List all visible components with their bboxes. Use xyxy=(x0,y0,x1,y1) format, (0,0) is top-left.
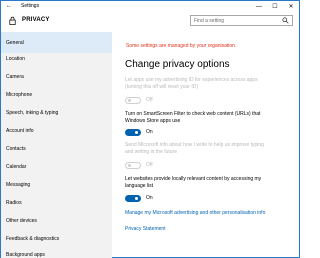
option-line: Let apps use my advertising ID for exper… xyxy=(125,77,258,83)
toggle-knob xyxy=(135,196,138,200)
advertising-id-toggle[interactable] xyxy=(125,96,141,104)
option-line: Send Microsoft info about how I write to… xyxy=(125,142,264,148)
option-language-list-toggle-row: On xyxy=(125,194,153,202)
option-typing-info-text: Send Microsoft info about how I write to… xyxy=(125,142,290,156)
option-line: Let websites provide locally relevant co… xyxy=(125,176,262,182)
search-input[interactable] xyxy=(191,16,281,25)
toggle-knob xyxy=(128,163,131,167)
toggle-state-label: Off xyxy=(146,162,153,168)
back-arrow-icon[interactable]: ← xyxy=(6,3,12,9)
toggle-state-label: On xyxy=(146,195,153,201)
sidebar: General Location Camera Microphone Speec… xyxy=(1,32,112,258)
toggle-knob xyxy=(135,130,138,134)
option-line: (turning this off will reset your ID) xyxy=(125,84,198,90)
option-language-list-text: Let websites provide locally relevant co… xyxy=(125,176,290,190)
toggle-state-label: Off xyxy=(146,97,153,103)
smartscreen-toggle[interactable] xyxy=(125,128,141,136)
option-advertising-id-text: Let apps use my advertising ID for exper… xyxy=(125,77,290,91)
manage-advertising-link[interactable]: Manage my Microsoft advertising and othe… xyxy=(125,210,265,216)
page-header: PRIVACY xyxy=(1,12,299,32)
option-typing-info-toggle-row: Off xyxy=(125,161,153,169)
title-bar: ← Settings — ☐ ✕ xyxy=(1,1,299,12)
typing-info-toggle[interactable] xyxy=(125,161,141,169)
settings-window: ← Settings — ☐ ✕ PRIVACY General Locatio… xyxy=(0,0,300,258)
managed-notice: Some settings are managed by your organi… xyxy=(126,43,237,49)
close-button[interactable]: ✕ xyxy=(283,1,299,12)
sidebar-item-background-apps[interactable]: Background apps xyxy=(1,244,112,258)
option-line: and writing in the future xyxy=(125,149,177,155)
lock-icon xyxy=(9,16,16,25)
toggle-state-label: On xyxy=(146,129,153,135)
privacy-statement-link[interactable]: Privacy Statement xyxy=(125,226,166,232)
section-title: Change privacy options xyxy=(125,59,230,70)
search-box[interactable] xyxy=(190,15,293,26)
option-smartscreen-toggle-row: On xyxy=(125,128,153,136)
option-line: language list xyxy=(125,183,154,189)
window-title: Settings xyxy=(21,3,40,9)
option-smartscreen-text: Turn on SmartScreen Filter to check web … xyxy=(125,111,290,125)
minimize-button[interactable]: — xyxy=(251,1,267,12)
option-line: Turn on SmartScreen Filter to check web … xyxy=(125,111,261,117)
search-icon[interactable] xyxy=(282,17,289,24)
toggle-knob xyxy=(128,98,131,102)
page-title: PRIVACY xyxy=(22,17,50,23)
option-advertising-id-toggle-row: Off xyxy=(125,96,153,104)
window-controls: — ☐ ✕ xyxy=(251,1,299,12)
maximize-button[interactable]: ☐ xyxy=(267,1,283,12)
option-line: Windows Store apps use xyxy=(125,118,181,124)
language-list-toggle[interactable] xyxy=(125,194,141,202)
